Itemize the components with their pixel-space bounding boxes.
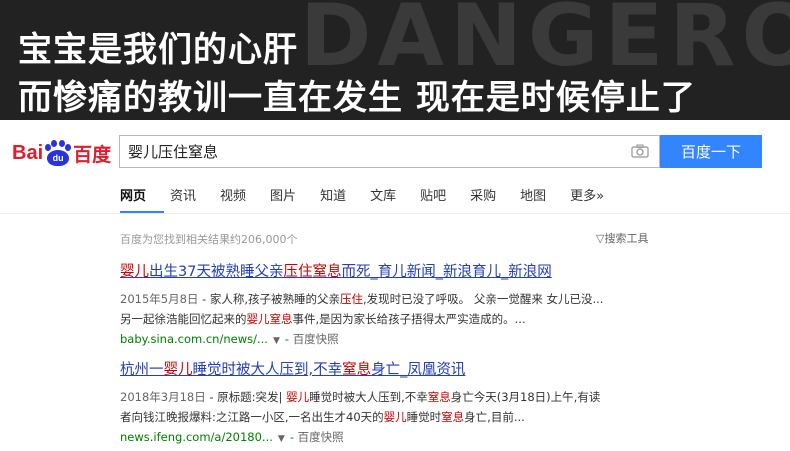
result-count: 百度为您找到相关结果约206,000个 (120, 233, 298, 246)
search-tabs: 网页 资讯 视频 图片 知道 文库 贴吧 采购 地图 更多» (120, 186, 628, 210)
result-title-link[interactable]: 杭州一婴儿睡觉时被大人压到,不幸窒息身亡_凤凰资讯 (120, 360, 680, 381)
tab-more[interactable]: 更多» (570, 186, 604, 210)
banner-headline: 宝宝是我们的心肝 (18, 30, 298, 70)
promo-banner: DANGEROUS 宝宝是我们的心肝 而惨痛的教训一直在发生 现在是时候停止了 (0, 0, 790, 120)
logo-text-du: du (47, 150, 70, 166)
tab-news[interactable]: 资讯 (170, 186, 196, 210)
divider-dash: - (289, 430, 298, 444)
tab-zhidao[interactable]: 知道 (320, 186, 346, 210)
tab-purchase[interactable]: 采购 (470, 186, 496, 210)
paw-icon: du (44, 140, 72, 166)
banner-subheadline: 而惨痛的教训一直在发生 现在是时候停止了 (18, 78, 696, 118)
chevron-down-icon[interactable]: ▼ (273, 336, 280, 346)
camera-icon[interactable] (631, 144, 649, 158)
tab-wenku[interactable]: 文库 (370, 186, 396, 210)
result-url-line: baby.sina.com.cn/news/... ▼ - 百度快照 (120, 330, 680, 350)
header-divider (0, 213, 790, 214)
search-result: 婴儿出生37天被熟睡父亲压住窒息而死_育儿新闻_新浪育儿_新浪网 2015年5月… (120, 262, 680, 350)
result-date: 2018年3月18日 (120, 390, 206, 404)
cache-link[interactable]: 百度快照 (298, 430, 344, 444)
search-tools-button[interactable]: ▽搜索工具 (596, 230, 648, 246)
chevron-down-icon[interactable]: ▼ (278, 434, 285, 444)
logo-text-cn: 百度 (73, 143, 112, 166)
cache-link[interactable]: 百度快照 (293, 332, 339, 346)
tab-tieba[interactable]: 贴吧 (420, 186, 446, 210)
divider-dash: - (284, 332, 293, 346)
search-button[interactable]: 百度一下 (660, 135, 762, 168)
tab-images[interactable]: 图片 (270, 186, 296, 210)
result-url[interactable]: baby.sina.com.cn/news/... (120, 332, 268, 346)
tab-map[interactable]: 地图 (520, 186, 546, 210)
search-box (119, 135, 660, 168)
search-input[interactable] (120, 136, 620, 167)
tab-video[interactable]: 视频 (220, 186, 246, 210)
result-url-line: news.ifeng.com/a/20180... ▼ - 百度快照 (120, 428, 680, 448)
result-date: 2015年5月8日 (120, 292, 199, 306)
result-abstract: 2015年5月8日 - 家人称,孩子被熟睡的父亲压住,发现时已没了呼吸。 父亲一… (120, 292, 604, 326)
logo-text-bai: Bai (12, 141, 44, 164)
tab-web[interactable]: 网页 (120, 186, 146, 210)
search-result: 杭州一婴儿睡觉时被大人压到,不幸窒息身亡_凤凰资讯 2018年3月18日 - 原… (120, 360, 680, 448)
result-title-link[interactable]: 婴儿出生37天被熟睡父亲压住窒息而死_育儿新闻_新浪育儿_新浪网 (120, 262, 680, 283)
baidu-logo[interactable]: Bai du 百度 (12, 133, 114, 173)
result-url[interactable]: news.ifeng.com/a/20180... (120, 430, 273, 444)
result-abstract: 2018年3月18日 - 原标题:突发| 婴儿睡觉时被大人压到,不幸窒息身亡今天… (120, 390, 601, 424)
